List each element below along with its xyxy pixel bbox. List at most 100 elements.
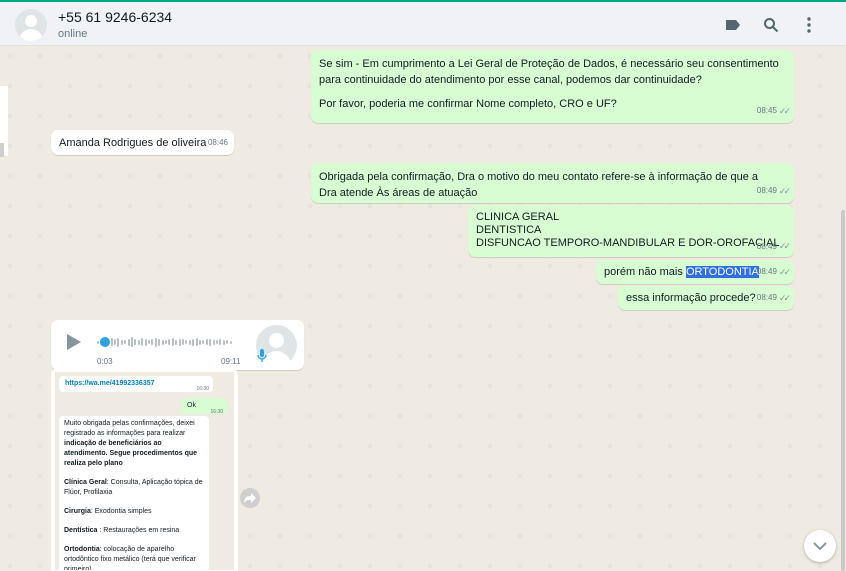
message-time: 08:49	[756, 293, 777, 302]
message-outgoing[interactable]: Obrigada pela confirmação, Dra o motivo …	[311, 163, 794, 203]
avatar-body	[19, 29, 43, 41]
message-outgoing[interactable]: CLINICA GERAL DENTISTICA DISFUNCAO TEMPO…	[468, 205, 794, 257]
waveform-bar	[141, 338, 144, 346]
image-message[interactable]: https://wa.me/41992336357 16:30 Ok 16:30…	[51, 368, 238, 571]
selected-text: ORTODONTIA	[685, 266, 759, 278]
audio-message[interactable]: 0:03 09:11	[51, 320, 304, 370]
waveform-bar	[110, 338, 113, 346]
waveform-bar	[222, 339, 225, 345]
waveform-bar	[178, 338, 181, 346]
ok-text: Ok	[187, 402, 196, 409]
waveform-bar	[137, 339, 140, 345]
message-outgoing[interactable]: essa informação procede? 08:49 ✓✓	[618, 286, 794, 310]
header-actions	[714, 14, 828, 36]
double-check-icon: ✓✓	[778, 106, 791, 116]
screenshot-image[interactable]: https://wa.me/41992336357 16:30 Ok 16:30…	[55, 372, 234, 570]
message-meta: 08:45 ✓✓	[757, 103, 791, 119]
waveform-bar	[97, 340, 99, 344]
link-time: 16:30	[196, 386, 209, 392]
waveform-bar	[148, 340, 150, 344]
procedure-label: Clínica Geral	[64, 479, 107, 486]
procedure-label: Dentística	[64, 527, 98, 534]
intro-text: Muito obrigada pelas confirmações, deixe…	[64, 420, 195, 437]
waveform-bar	[144, 338, 147, 346]
message-outgoing[interactable]: porém não mais ORTODONTIA 08:49 ✓✓	[596, 260, 794, 284]
message-meta: 08:49 ✓✓	[756, 290, 791, 306]
waveform-bar	[202, 340, 205, 344]
waveform-bar	[117, 337, 120, 347]
message-time: 08:46	[207, 138, 228, 147]
chat-header[interactable]: +55 61 9246-6234 online	[0, 2, 846, 46]
message-text: Obrigada pela confirmação, Dra o motivo …	[319, 171, 759, 199]
double-check-icon: ✓✓	[778, 241, 791, 251]
double-check-icon: ✓✓	[778, 186, 791, 196]
contact-status: online	[58, 28, 88, 40]
play-icon[interactable]	[67, 334, 81, 355]
waveform-bar	[195, 338, 198, 346]
message-text: porém não mais	[604, 266, 686, 278]
waveform-bar	[168, 339, 171, 345]
waveform-bar	[120, 339, 123, 345]
message-incoming[interactable]: Amanda Rodrigues de oliveira 08:46	[51, 130, 234, 155]
waveform-bar	[127, 338, 130, 346]
message-meta: 08:46	[208, 135, 228, 151]
message-line: DENTISTICA	[476, 224, 542, 236]
waveform-bar	[114, 339, 116, 345]
waveform-bar	[124, 340, 127, 344]
waveform-bar	[205, 339, 208, 345]
message-text: essa informação procede?	[626, 292, 756, 304]
procedure-label: Cirurgia	[64, 508, 91, 515]
forward-icon	[244, 493, 256, 503]
waveform-bar	[165, 340, 167, 344]
side-panel-edge-marker	[0, 143, 4, 157]
audio-waveform[interactable]	[97, 335, 235, 349]
message-line: DISFUNCAO TEMPORO-MANDIBULAR E DOR-OROFA…	[476, 237, 780, 249]
waveform-bar	[199, 339, 201, 345]
image-bubble-link: https://wa.me/41992336357 16:30	[59, 376, 213, 392]
double-check-icon: ✓✓	[778, 293, 791, 303]
message-meta: 08:49 ✓✓	[756, 183, 791, 199]
procedure-text: : Exodontia simples	[90, 508, 152, 515]
chat-scrollbar[interactable]	[841, 210, 845, 571]
image-bubble-ok: Ok 16:30	[181, 398, 227, 415]
message-time: 08:49	[756, 186, 777, 195]
contact-avatar[interactable]	[15, 9, 47, 41]
contact-name[interactable]: +55 61 9246-6234	[58, 9, 172, 25]
waveform-bar	[229, 340, 232, 344]
waveform-bar	[212, 339, 215, 345]
double-check-icon: ✓✓	[778, 267, 791, 277]
microphone-icon	[257, 349, 267, 368]
intro-bold-text: indicação de beneficiários ao atendiment…	[64, 440, 198, 467]
waveform-bar	[209, 338, 212, 346]
waveform-bar	[151, 339, 154, 345]
waveform-bar	[188, 339, 191, 345]
waveform-progress-dot[interactable]	[99, 337, 110, 347]
message-text: Se sim - Em cumprimento a Lei Geral de P…	[319, 58, 779, 86]
ok-time: 16:30	[210, 409, 223, 415]
whatsapp-chat-window: +55 61 9246-6234 online Se sim - Em cump…	[0, 0, 846, 571]
message-outgoing[interactable]: Se sim - Em cumprimento a Lei Geral de P…	[311, 50, 794, 123]
waveform-bar	[182, 339, 184, 345]
label-icon[interactable]	[714, 14, 752, 36]
message-meta: 08:49 ✓✓	[756, 264, 791, 280]
message-line: CLINICA GERAL	[476, 211, 560, 223]
message-time: 08:49	[756, 267, 777, 276]
procedure-text: : Restaurações em resina	[97, 527, 180, 534]
waveform-bar	[175, 339, 178, 345]
waveform-bar	[158, 338, 161, 346]
message-meta: 08:49 ✓✓	[757, 240, 791, 253]
waveform-bar	[192, 338, 195, 346]
waveform-bar	[216, 340, 218, 344]
waveform-bar	[161, 339, 164, 345]
link-text: https://wa.me/41992336357	[65, 380, 155, 387]
forward-button[interactable]	[240, 488, 260, 508]
menu-icon[interactable]	[790, 14, 828, 36]
message-list[interactable]: Se sim - Em cumprimento a Lei Geral de P…	[0, 46, 846, 571]
scroll-to-bottom-button[interactable]	[804, 530, 836, 562]
waveform-bar	[134, 339, 137, 345]
procedure-label: Ortodontia	[64, 546, 100, 553]
image-bubble-procedures: Muito obrigada pelas confirmações, deixe…	[59, 416, 209, 570]
waveform-bar	[219, 339, 222, 345]
search-icon[interactable]	[752, 14, 790, 36]
avatar-head	[25, 15, 37, 27]
